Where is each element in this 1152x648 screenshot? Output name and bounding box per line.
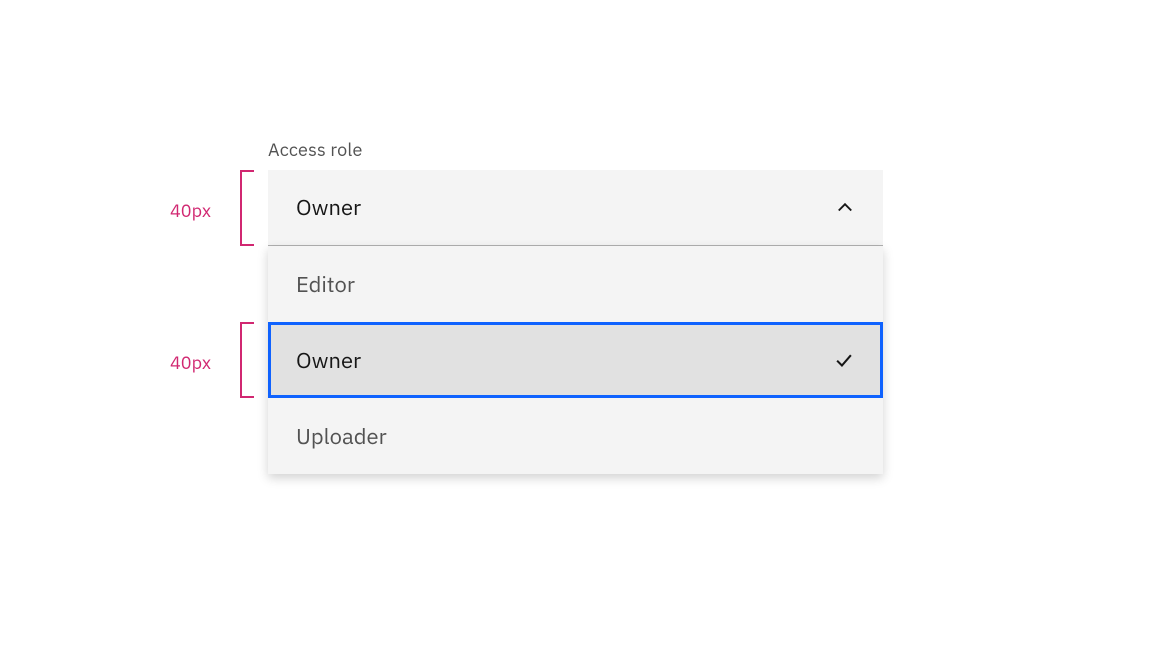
dropdown-option-editor[interactable]: Editor [268,246,883,322]
dropdown-option-label: Editor [296,270,355,299]
dropdown-option-uploader[interactable]: Uploader [268,398,883,474]
dimension-bracket-option [240,322,242,398]
dropdown-selected-value: Owner [296,193,361,222]
field-label: Access role [268,138,363,161]
dimension-bracket-trigger [240,170,242,246]
dropdown-trigger[interactable]: Owner [268,170,883,246]
dropdown-option-label: Uploader [296,422,387,451]
check-icon [833,349,855,371]
dropdown-option-owner[interactable]: Owner [268,322,883,398]
dimension-label-trigger: 40px [170,199,211,222]
chevron-up-icon [835,198,855,218]
access-role-dropdown: Owner Editor Owner Uploader [268,170,883,474]
dropdown-menu: Editor Owner Uploader [268,246,883,474]
dropdown-option-label: Owner [296,346,361,375]
dimension-label-option: 40px [170,351,211,374]
